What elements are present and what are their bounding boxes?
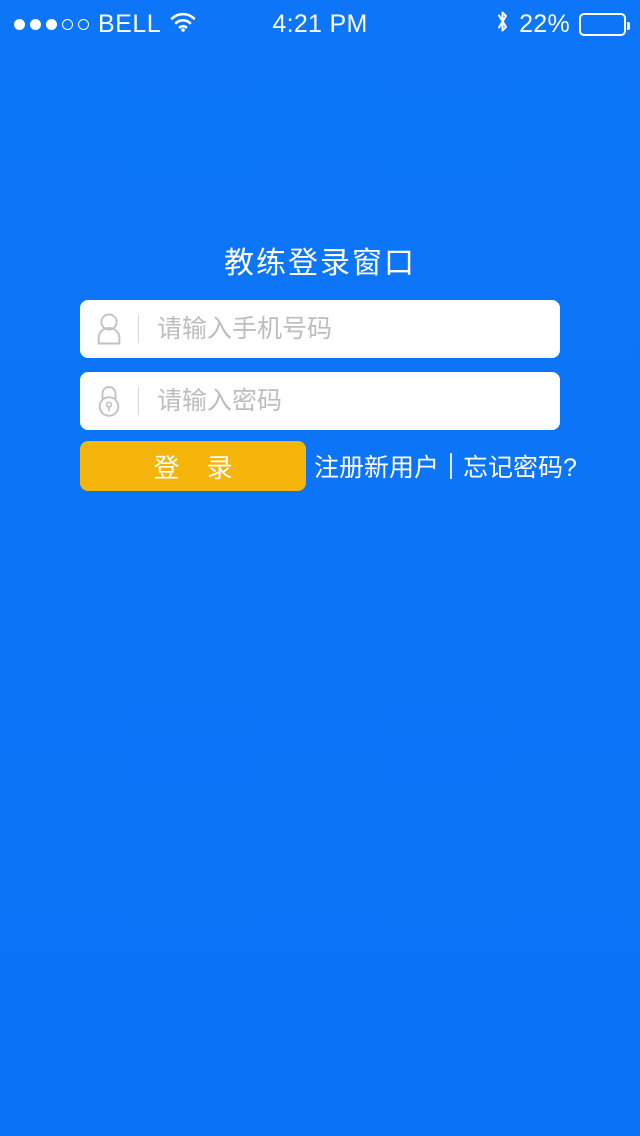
status-bar-right: 22%	[495, 9, 630, 39]
lock-icon	[80, 384, 138, 418]
register-link[interactable]: 注册新用户	[314, 448, 439, 484]
password-field[interactable]	[80, 372, 560, 430]
battery-icon	[579, 12, 630, 36]
auth-links: 注册新用户 忘记密码?	[314, 441, 577, 491]
user-icon	[80, 312, 138, 346]
page-title: 教练登录窗口	[224, 247, 416, 280]
phone-input[interactable]	[139, 300, 560, 358]
status-bar: BELL 4:21 PM 22%	[0, 0, 640, 48]
login-button[interactable]: 登 录	[80, 441, 306, 491]
login-screen: BELL 4:21 PM 22% 教练登录窗口 请输入手机号码 登 录 注册新用…	[0, 0, 640, 1136]
password-input[interactable]	[139, 372, 560, 430]
link-separator	[450, 453, 453, 479]
forgot-password-link[interactable]: 忘记密码?	[463, 448, 577, 484]
username-field[interactable]	[80, 300, 560, 358]
battery-percent-label: 22%	[519, 9, 570, 38]
bluetooth-icon	[495, 9, 510, 39]
